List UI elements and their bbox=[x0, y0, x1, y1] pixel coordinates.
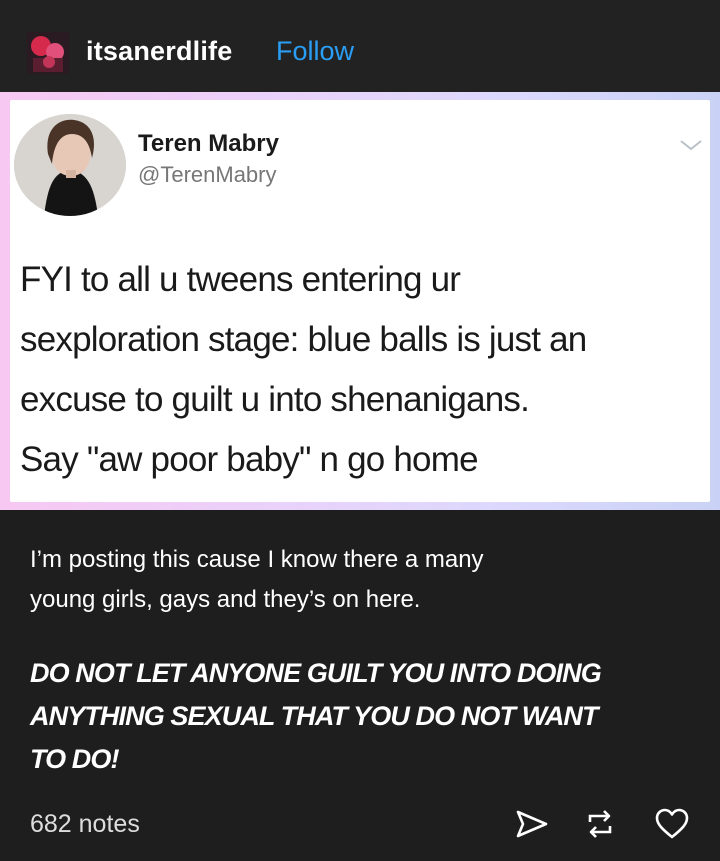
tweet-body: FYI to all u tweens entering ur sexplora… bbox=[20, 250, 710, 490]
tweet-screenshot-frame: Teren Mabry @TerenMabry FYI to all u twe… bbox=[0, 92, 720, 510]
emphasis-line: DO NOT LET ANYONE GUILT YOU INTO DOING bbox=[30, 658, 602, 688]
tweet-line: excuse to guilt u into shenanigans. bbox=[20, 380, 530, 419]
tweet-avatar bbox=[14, 114, 126, 216]
tweet-display-name: Teren Mabry bbox=[138, 130, 279, 157]
tweet-line: FYI to all u tweens entering ur bbox=[20, 260, 461, 299]
share-icon[interactable] bbox=[512, 804, 552, 844]
heart-icon[interactable] bbox=[652, 804, 692, 844]
tweet-line: sexploration stage: blue balls is just a… bbox=[20, 320, 587, 359]
notes-count[interactable]: 682 notes bbox=[30, 810, 140, 839]
blog-name-link[interactable]: itsanerdlife bbox=[86, 36, 232, 67]
blog-avatar[interactable] bbox=[27, 32, 69, 74]
tweet-line: Say "aw poor baby" n go home bbox=[20, 440, 479, 479]
emphasis-line: ANYTHING SEXUAL THAT YOU DO NOT WANT bbox=[30, 701, 599, 731]
post-emphasis-text: DO NOT LET ANYONE GUILT YOU INTO DOING A… bbox=[30, 652, 700, 781]
post-footer: 682 notes bbox=[0, 790, 720, 861]
caption-line: young girls, gays and they’s on here. bbox=[30, 586, 421, 613]
chevron-down-icon bbox=[680, 140, 702, 151]
reblog-icon[interactable] bbox=[580, 804, 620, 844]
follow-button[interactable]: Follow bbox=[276, 36, 354, 67]
emphasis-line: TO DO! bbox=[30, 744, 120, 774]
caption-line: I’m posting this cause I know there a ma… bbox=[30, 546, 484, 573]
post-header: itsanerdlife Follow bbox=[0, 0, 720, 92]
tweet-card: Teren Mabry @TerenMabry FYI to all u twe… bbox=[10, 100, 710, 502]
tweet-handle: @TerenMabry bbox=[138, 162, 277, 187]
post-caption: I’m posting this cause I know there a ma… bbox=[30, 540, 690, 620]
